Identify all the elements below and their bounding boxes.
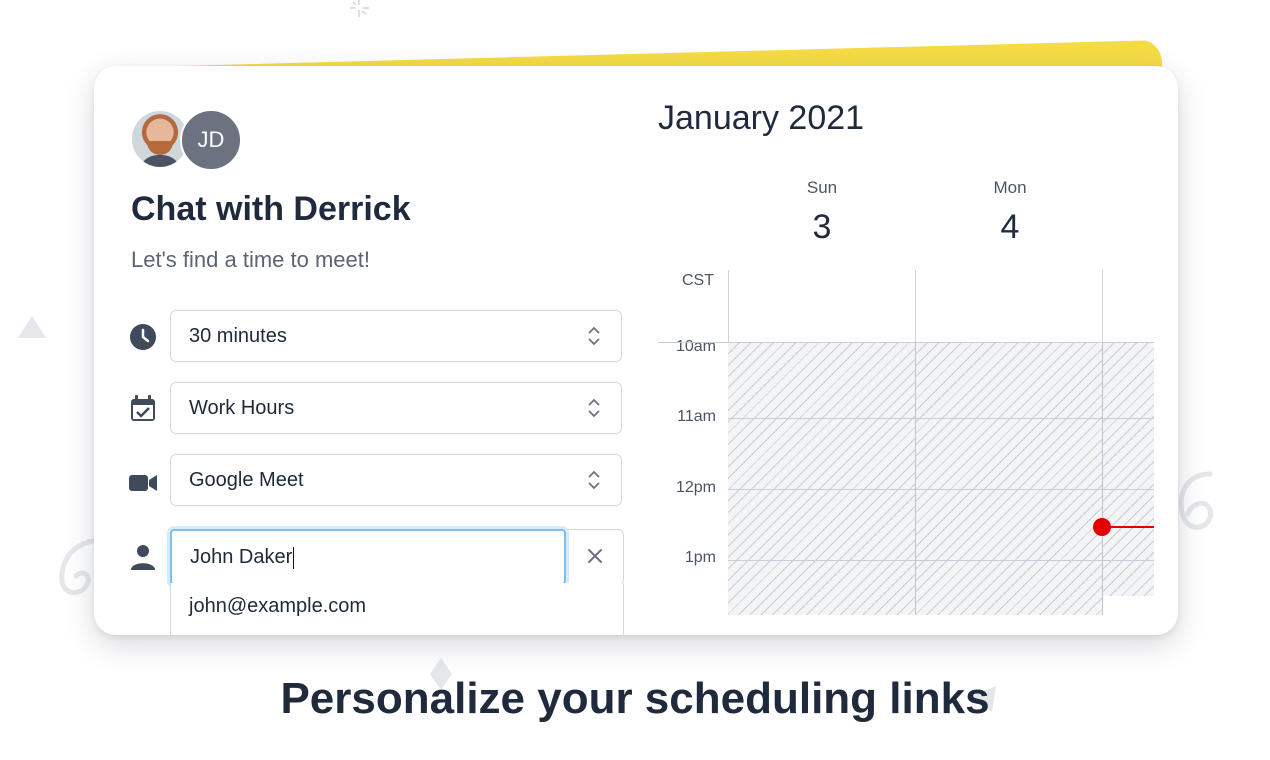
scheduling-card: JD Chat with Derrick Let's find a time t… [94,66,1178,635]
hour-label-1pm: 1pm [684,549,716,566]
guest-avatar: JD [180,109,242,171]
current-time-line [1106,526,1154,528]
clock-icon [130,324,156,350]
location-select[interactable]: Google Meet [170,454,622,506]
clear-icon[interactable] [585,546,605,566]
schedule-select[interactable]: Work Hours [170,382,622,434]
text-caret [293,546,295,569]
chevron-updown-icon [588,398,600,418]
calendar-time-grid[interactable] [658,270,1154,615]
hour-label-11am: 11am [677,408,716,425]
grid-divider [1102,342,1103,615]
email-suggestion-text: john@example.com [189,595,367,617]
day-name-mon: Mon [993,178,1027,197]
day-number-mon[interactable]: 4 [950,208,1070,247]
hour-line [728,418,1154,419]
chevron-updown-icon [588,326,600,346]
tagline-heading: Personalize your scheduling links [280,674,990,723]
email-suggestion-option[interactable]: john@example.com [170,583,624,635]
guest-name-combobox: John Daker [170,529,624,585]
day-number-sun[interactable]: 3 [762,208,882,247]
hour-line [728,489,1154,490]
duration-select[interactable]: 30 minutes [170,310,622,362]
page-subtitle: Let's find a time to meet! [131,247,370,272]
video-camera-icon [129,475,157,491]
grid-divider [915,342,916,615]
hour-label-12pm: 12pm [675,479,716,496]
sparkle-decoration [350,0,369,17]
hour-label-10am: 10am [675,338,716,355]
unavailable-block-tue [1103,342,1154,596]
page-title: Chat with Derrick [131,190,411,228]
duration-value: 30 minutes [189,324,287,347]
unavailable-block-sun [728,342,915,615]
unavailable-block-mon [916,342,1102,615]
calendar-month-label: January 2021 [658,99,865,137]
schedule-value: Work Hours [189,396,295,419]
person-icon [131,545,155,570]
location-value: Google Meet [189,468,304,491]
day-name-sun: Sun [806,178,838,197]
triangle-decoration [18,316,46,338]
timezone-label: CST [682,272,714,289]
calendar-check-icon [131,395,155,421]
hour-line [658,342,1154,343]
hour-line [728,560,1154,561]
guest-name-input[interactable]: John Daker [170,529,566,585]
guest-name-value: John Daker [190,546,293,568]
chevron-updown-icon [588,470,600,490]
